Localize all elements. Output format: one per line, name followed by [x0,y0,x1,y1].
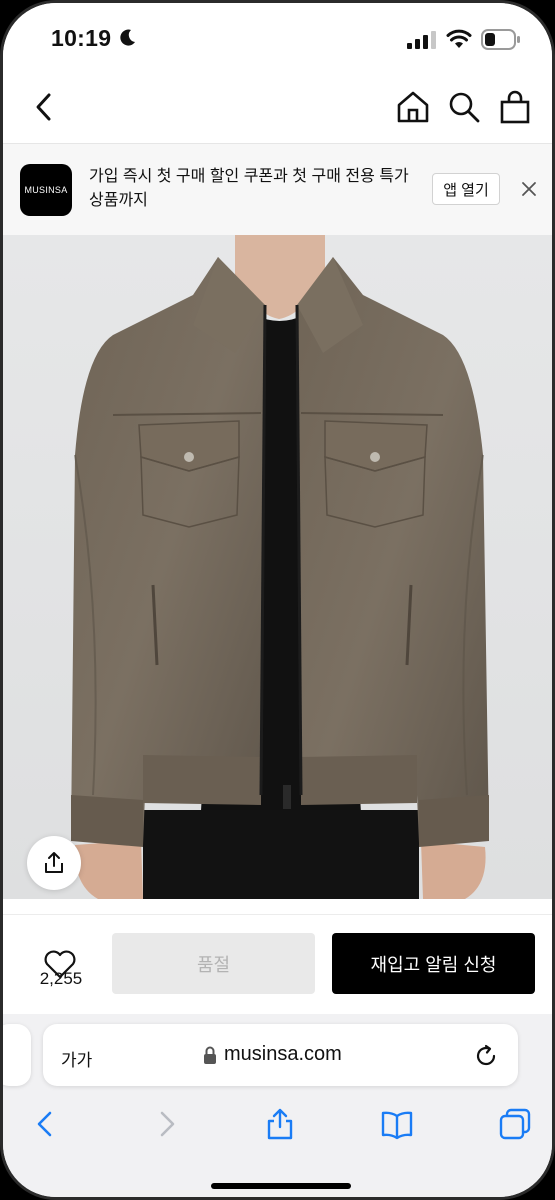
browser-forward-icon[interactable] [149,1107,183,1141]
status-time: 10:19 [51,25,112,51]
phone-screen: 10:19 MUSINSA 가입 즉시 첫 구매 할인 쿠폰과 첫 구매 전용 … [0,0,555,1200]
share-button[interactable] [27,836,81,890]
like-count: 2,255 [39,969,83,988]
url-domain: musinsa.com [224,1043,342,1065]
share-icon [45,852,63,873]
moon-icon [120,29,135,46]
bookmarks-icon[interactable] [380,1107,414,1141]
site-header [3,73,552,143]
browser-share-icon[interactable] [263,1107,297,1141]
lock-icon [204,1046,216,1064]
text-size-button[interactable]: 가가 [61,1046,92,1071]
musinsa-logo: MUSINSA [20,164,72,216]
bag-icon[interactable] [497,89,533,125]
status-bar: 10:19 [3,3,552,73]
close-icon[interactable] [520,180,538,198]
browser-back-icon[interactable] [29,1107,63,1141]
sold-out-button: 품절 [112,933,315,994]
product-image[interactable] [3,235,552,899]
wifi-icon [446,29,472,48]
battery-icon [481,29,520,50]
jacket-photo [3,235,552,899]
divider [3,914,552,915]
cellular-signal-icon [407,31,436,49]
banner-message: 가입 즉시 첫 구매 할인 쿠폰과 첫 구매 전용 특가 상품까지 [89,168,409,209]
home-icon[interactable] [395,89,431,125]
logo-text: MUSINSA [24,185,68,195]
back-icon[interactable] [27,89,63,125]
restock-alert-button[interactable]: 재입고 알림 신청 [332,933,535,994]
app-download-banner: MUSINSA 가입 즉시 첫 구매 할인 쿠폰과 첫 구매 전용 특가 상품까… [3,143,552,235]
open-app-button[interactable]: 앱 열기 [432,173,500,205]
previous-tab-peek[interactable] [3,1024,31,1086]
reload-icon[interactable] [473,1043,499,1069]
tabs-icon[interactable] [498,1107,532,1141]
home-indicator [211,1183,351,1189]
search-icon[interactable] [446,89,482,125]
